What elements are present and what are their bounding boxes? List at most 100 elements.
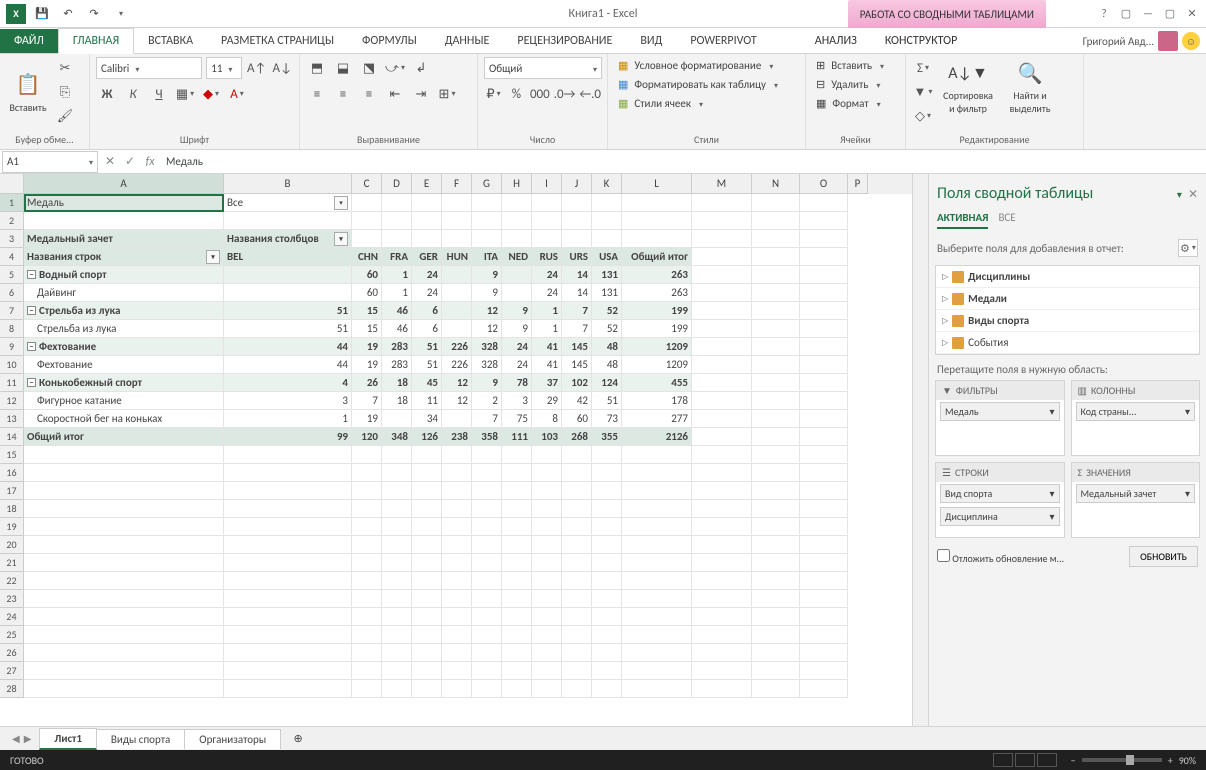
cell[interactable] xyxy=(412,572,442,590)
cell[interactable] xyxy=(442,518,472,536)
cell[interactable] xyxy=(502,662,532,680)
cell[interactable] xyxy=(502,644,532,662)
cell[interactable] xyxy=(622,230,692,248)
cell[interactable] xyxy=(562,212,592,230)
cell[interactable]: BEL xyxy=(224,248,352,266)
field-item[interactable]: ▷Медали xyxy=(936,288,1199,310)
cell[interactable]: 1 xyxy=(382,284,412,302)
cell[interactable] xyxy=(532,644,562,662)
cell[interactable] xyxy=(24,590,224,608)
cell[interactable]: 52 xyxy=(592,320,622,338)
fill-color-button[interactable]: ◆ xyxy=(200,83,222,105)
row-header[interactable]: 13 xyxy=(0,410,24,428)
cell[interactable] xyxy=(692,608,752,626)
cell[interactable] xyxy=(752,680,800,698)
col-header[interactable]: D xyxy=(382,174,412,194)
cell[interactable]: 328 xyxy=(472,356,502,374)
cell[interactable] xyxy=(692,500,752,518)
cell[interactable] xyxy=(412,518,442,536)
cell[interactable] xyxy=(352,518,382,536)
cell[interactable]: 226 xyxy=(442,356,472,374)
cell[interactable] xyxy=(592,194,622,212)
ribbon-options-icon[interactable]: ▢ xyxy=(1116,6,1136,22)
cell[interactable] xyxy=(472,554,502,572)
cell[interactable] xyxy=(502,482,532,500)
cell[interactable] xyxy=(472,536,502,554)
cell[interactable] xyxy=(800,626,848,644)
taskpane-close-icon[interactable]: ✕ xyxy=(1188,188,1198,202)
cell[interactable] xyxy=(562,500,592,518)
cell[interactable]: 126 xyxy=(412,428,442,446)
field-list[interactable]: ▷Дисциплины ▷Медали ▷Виды спорта ▷Событи… xyxy=(935,265,1200,355)
cell[interactable] xyxy=(562,464,592,482)
format-painter-icon[interactable]: 🖌 xyxy=(54,105,76,127)
fill-icon[interactable]: ▼ xyxy=(912,81,934,103)
field-item[interactable]: ▷Виды спорта xyxy=(936,310,1199,332)
cell[interactable] xyxy=(352,464,382,482)
cell[interactable] xyxy=(442,644,472,662)
row-header[interactable]: 17 xyxy=(0,482,24,500)
cell[interactable] xyxy=(692,662,752,680)
col-header[interactable]: B xyxy=(224,174,352,194)
cell[interactable]: RUS xyxy=(532,248,562,266)
cell[interactable] xyxy=(752,554,800,572)
col-header[interactable]: J xyxy=(562,174,592,194)
cell[interactable] xyxy=(622,446,692,464)
cell[interactable] xyxy=(442,302,472,320)
maximize-icon[interactable]: ▢ xyxy=(1160,6,1180,22)
cell[interactable] xyxy=(472,446,502,464)
minimize-icon[interactable]: — xyxy=(1138,6,1158,22)
qat-customize-icon[interactable] xyxy=(110,4,130,24)
cell[interactable]: 7 xyxy=(472,410,502,428)
select-all-corner[interactable] xyxy=(0,174,24,194)
cell[interactable] xyxy=(800,356,848,374)
cell[interactable]: 48 xyxy=(592,338,622,356)
row-header[interactable]: 1 xyxy=(0,194,24,212)
formula-input[interactable]: Медаль xyxy=(160,155,1206,168)
cell[interactable]: Медальный зачет xyxy=(24,230,224,248)
cell[interactable]: URS xyxy=(562,248,592,266)
cell[interactable] xyxy=(472,194,502,212)
cell[interactable] xyxy=(592,212,622,230)
cell[interactable] xyxy=(382,464,412,482)
cell[interactable] xyxy=(562,680,592,698)
cell[interactable]: 26 xyxy=(352,374,382,392)
cell[interactable] xyxy=(352,230,382,248)
cell[interactable]: −Стрельба из лука xyxy=(24,302,224,320)
cell[interactable]: Фигурное катание xyxy=(24,392,224,410)
increase-decimal-icon[interactable]: .0→ xyxy=(554,83,576,105)
cell[interactable]: 328 xyxy=(472,338,502,356)
cell[interactable] xyxy=(532,680,562,698)
cell[interactable] xyxy=(752,248,800,266)
col-header[interactable]: O xyxy=(800,174,848,194)
decrease-font-icon[interactable]: A↓ xyxy=(271,57,293,79)
redo-icon[interactable]: ↷ xyxy=(84,4,104,24)
cell[interactable] xyxy=(532,608,562,626)
cell[interactable] xyxy=(382,572,412,590)
col-header[interactable]: P xyxy=(848,174,868,194)
cell[interactable] xyxy=(692,482,752,500)
cell[interactable] xyxy=(472,518,502,536)
cell[interactable]: 41 xyxy=(532,338,562,356)
cell[interactable] xyxy=(752,608,800,626)
cell[interactable]: 18 xyxy=(382,374,412,392)
cell[interactable] xyxy=(24,572,224,590)
cell[interactable] xyxy=(412,194,442,212)
cell[interactable] xyxy=(622,212,692,230)
row-header[interactable]: 7 xyxy=(0,302,24,320)
cell[interactable] xyxy=(472,608,502,626)
cell[interactable] xyxy=(692,590,752,608)
cell[interactable] xyxy=(502,518,532,536)
cell[interactable]: 60 xyxy=(562,410,592,428)
cell[interactable] xyxy=(24,518,224,536)
cell[interactable] xyxy=(592,644,622,662)
cell[interactable] xyxy=(752,266,800,284)
cell[interactable] xyxy=(692,554,752,572)
cell[interactable]: 6 xyxy=(412,302,442,320)
cell[interactable] xyxy=(800,428,848,446)
zone-item[interactable]: Медаль▾ xyxy=(940,402,1060,421)
cell[interactable]: 45 xyxy=(412,374,442,392)
cell[interactable]: 102 xyxy=(562,374,592,392)
cell[interactable] xyxy=(800,482,848,500)
cell[interactable]: 51 xyxy=(412,338,442,356)
